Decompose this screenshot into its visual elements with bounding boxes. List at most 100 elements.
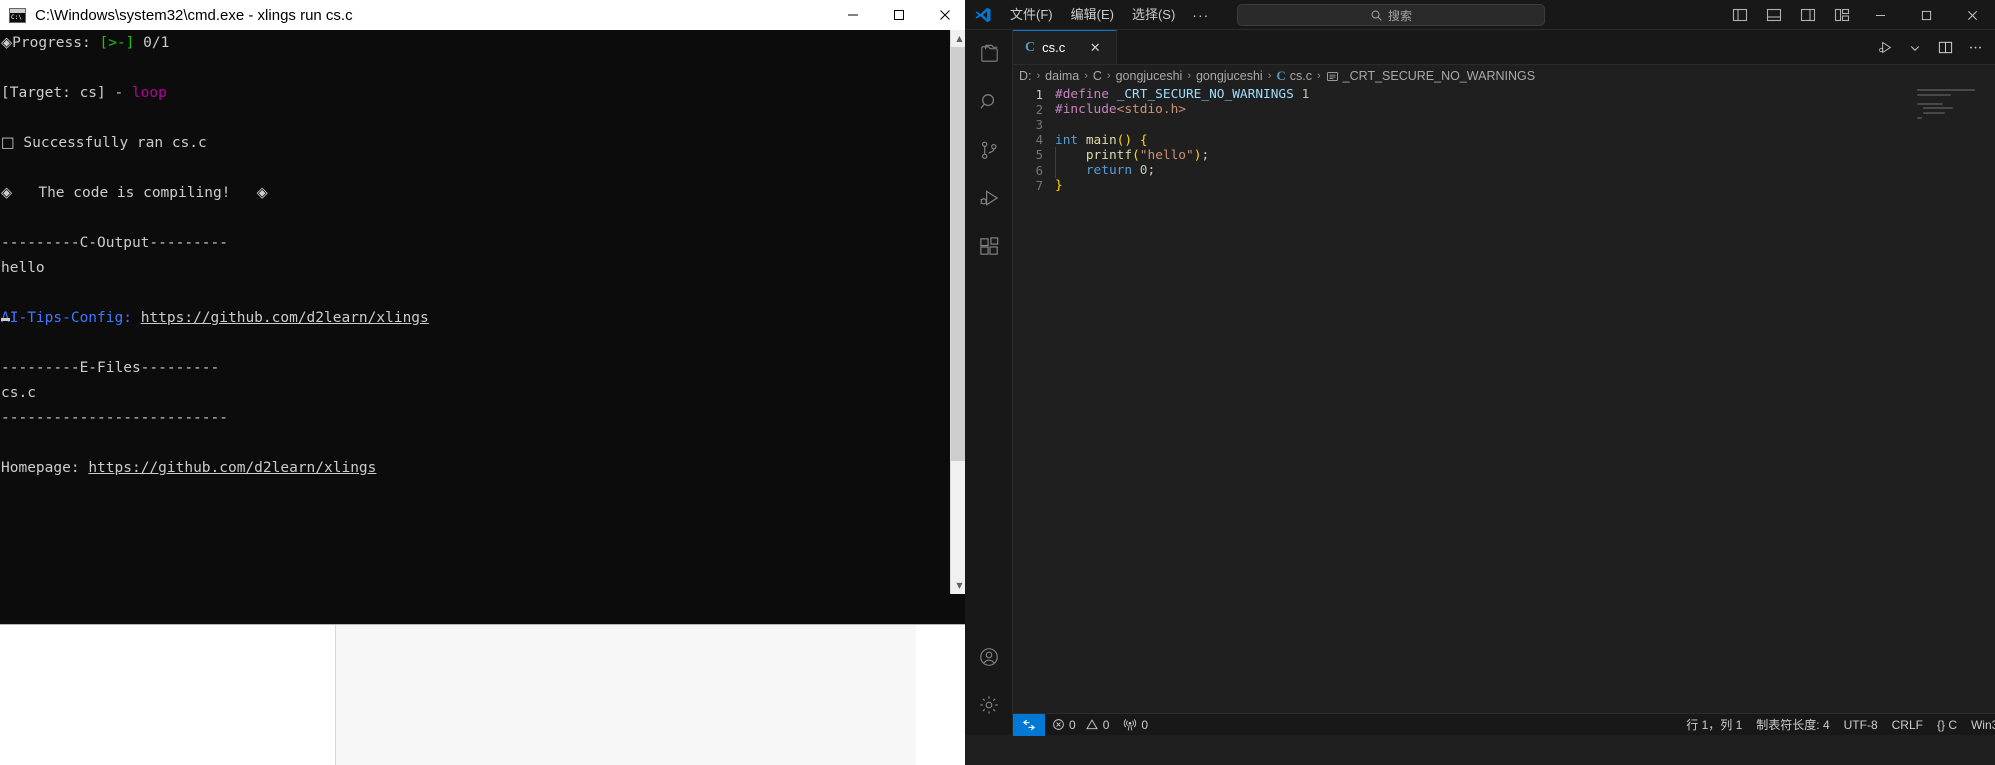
code-editor[interactable]: 1 #define _CRT_SECURE_NO_WARNINGS 1 2 #incl…	[1013, 87, 1995, 735]
code-line[interactable]: 2 #include<stdio.h>	[1013, 102, 1995, 117]
cmd-text-segment: [>-]	[99, 35, 135, 51]
run-code-icon[interactable]	[1871, 34, 1899, 62]
tab-cs-c[interactable]: C cs.c ✕	[1013, 30, 1117, 64]
code-line[interactable]: 5 printf("hello");	[1013, 146, 1995, 163]
code-line[interactable]: 6 return 0;	[1013, 162, 1995, 179]
cmd-cursor	[1, 318, 10, 321]
eol[interactable]: CRLF	[1885, 714, 1930, 736]
vscode-activitybar	[965, 30, 1013, 735]
toggle-primary-sidebar-icon[interactable]	[1725, 0, 1755, 30]
minimize-icon[interactable]	[1857, 0, 1903, 30]
source-control-icon[interactable]	[965, 126, 1013, 174]
cmd-line-hello: hello	[0, 256, 951, 281]
more-actions-icon[interactable]	[1961, 34, 1989, 62]
problems-status[interactable]: 0 0	[1045, 714, 1116, 736]
encoding[interactable]: UTF-8	[1837, 714, 1885, 736]
radio-tower-icon	[1123, 718, 1137, 732]
editor-vertical-scrollbar[interactable]	[1981, 87, 1995, 735]
explorer-icon[interactable]	[965, 30, 1013, 78]
customize-layout-icon[interactable]	[1827, 0, 1857, 30]
breadcrumb-item[interactable]: _CRT_SECURE_NO_WARNINGS	[1326, 69, 1535, 83]
cmd-line-target: [Target: cs] - loop	[0, 81, 951, 106]
breadcrumb-separator-icon: ›	[1317, 70, 1321, 82]
maximize-icon[interactable]	[1903, 0, 1949, 30]
indentation[interactable]: 制表符长度: 4	[1749, 714, 1836, 736]
line-number: 4	[1035, 133, 1043, 148]
cmd-text-segment: Homepage:	[1, 460, 89, 476]
cmd-text-segment	[1, 110, 10, 126]
search-input[interactable]: 搜索	[1237, 4, 1545, 26]
cmd-line-divider: --------------------------	[0, 406, 951, 431]
code-token: <stdio.h>	[1116, 102, 1186, 118]
cmd-line-ai-tips: AI-Tips-Config: https://github.com/d2lea…	[0, 306, 951, 331]
cmd-text-segment[interactable]: https://github.com/d2learn/xlings	[88, 460, 376, 476]
code-token: {	[1139, 132, 1148, 148]
breadcrumb-item[interactable]: D:	[1019, 69, 1032, 83]
breadcrumb-item[interactable]: Ccs.c	[1276, 68, 1312, 84]
code-token: ;	[1201, 147, 1210, 163]
indent-guide	[1055, 146, 1056, 163]
cmd-text-segment[interactable]: https://github.com/d2learn/xlings	[141, 310, 429, 326]
platform[interactable]: Win32	[1964, 714, 1995, 736]
breadcrumb-separator-icon: ›	[1084, 70, 1088, 82]
cmd-window-buttons	[830, 0, 968, 30]
screen-root: C:\ C:\Windows\system32\cmd.exe - xlings…	[0, 0, 1995, 765]
breadcrumb-item[interactable]: C	[1093, 69, 1102, 83]
code-token: ()	[1116, 132, 1133, 148]
vscode-titlebar: 文件(F) 编辑(E) 选择(S) ··· 搜索	[965, 0, 1995, 30]
account-icon[interactable]	[965, 633, 1013, 681]
line-number: 7	[1035, 178, 1043, 193]
warning-count: 0	[1102, 717, 1110, 732]
toggle-secondary-sidebar-icon[interactable]	[1793, 0, 1823, 30]
minimap-line	[1923, 107, 1953, 110]
vscode-window-buttons	[1857, 0, 1995, 30]
background-document-panel	[335, 618, 916, 765]
close-icon[interactable]: ✕	[1086, 40, 1104, 56]
maximize-icon[interactable]	[876, 0, 922, 30]
code-line[interactable]: 4 int main() {	[1013, 133, 1995, 148]
breadcrumb[interactable]: D: › daima › C › gongjuceshi › gongjuceshi › Ccs.c…	[1013, 65, 1995, 87]
cmd-text-segment: [Target: cs] -	[1, 85, 132, 101]
cmd-line-blank4	[0, 206, 951, 231]
tab-label: cs.c	[1042, 40, 1066, 55]
code-line[interactable]: 1 #define _CRT_SECURE_NO_WARNINGS 1	[1013, 87, 1995, 102]
menu-edit[interactable]: 编辑(E)	[1062, 4, 1123, 26]
cmd-text-segment: ◈	[256, 185, 268, 201]
breadcrumb-label: gongjuceshi	[1115, 69, 1183, 83]
split-editor-icon[interactable]	[1931, 34, 1959, 62]
cmd-output-area[interactable]: ◈Progress: [>-] 0/1 [Target: cs] - loop …	[0, 30, 951, 594]
cursor-position[interactable]: 行 1，列 1	[1679, 714, 1749, 736]
activitybar-bottom-group	[965, 633, 1013, 729]
code-token: }	[1055, 178, 1063, 194]
minimize-icon[interactable]	[830, 0, 876, 30]
code-line[interactable]: 3	[1013, 117, 1995, 132]
close-icon[interactable]	[922, 0, 968, 30]
language-mode[interactable]: {} C	[1930, 714, 1964, 736]
ports-count: 0	[1141, 717, 1149, 732]
code-line[interactable]: 7}	[1013, 178, 1995, 193]
close-icon[interactable]	[1949, 0, 1995, 30]
code-line-text: #define _CRT_SECURE_NO_WARNINGS 1	[1055, 87, 1309, 102]
editor-minimap[interactable]	[1917, 89, 1981, 159]
c-lang-icon: C	[1025, 39, 1036, 55]
settings-gear-icon[interactable]	[965, 681, 1013, 729]
cmd-titlebar[interactable]: C:\ C:\Windows\system32\cmd.exe - xlings…	[0, 0, 968, 30]
ports-status[interactable]: 0	[1116, 714, 1155, 736]
toggle-panel-icon[interactable]	[1759, 0, 1789, 30]
extensions-icon[interactable]	[965, 222, 1013, 270]
menu-file[interactable]: 文件(F)	[1001, 4, 1062, 26]
search-icon[interactable]	[965, 78, 1013, 126]
code-line-text: }	[1055, 178, 1063, 193]
breadcrumb-item[interactable]: daima	[1045, 69, 1079, 83]
run-debug-icon[interactable]	[965, 174, 1013, 222]
breadcrumb-item[interactable]: gongjuceshi	[1116, 69, 1183, 83]
menu-more[interactable]: ···	[1184, 4, 1217, 26]
code-line-text: int main() {	[1055, 133, 1148, 148]
menu-select[interactable]: 选择(S)	[1123, 4, 1184, 26]
code-token: printf	[1085, 147, 1133, 163]
cmd-window: C:\ C:\Windows\system32\cmd.exe - xlings…	[0, 0, 968, 625]
chevron-down-icon[interactable]	[1901, 34, 1929, 62]
line-number: 3	[1035, 117, 1043, 132]
breadcrumb-item[interactable]: gongjuceshi	[1196, 69, 1263, 83]
remote-window-icon[interactable]	[1013, 713, 1045, 736]
